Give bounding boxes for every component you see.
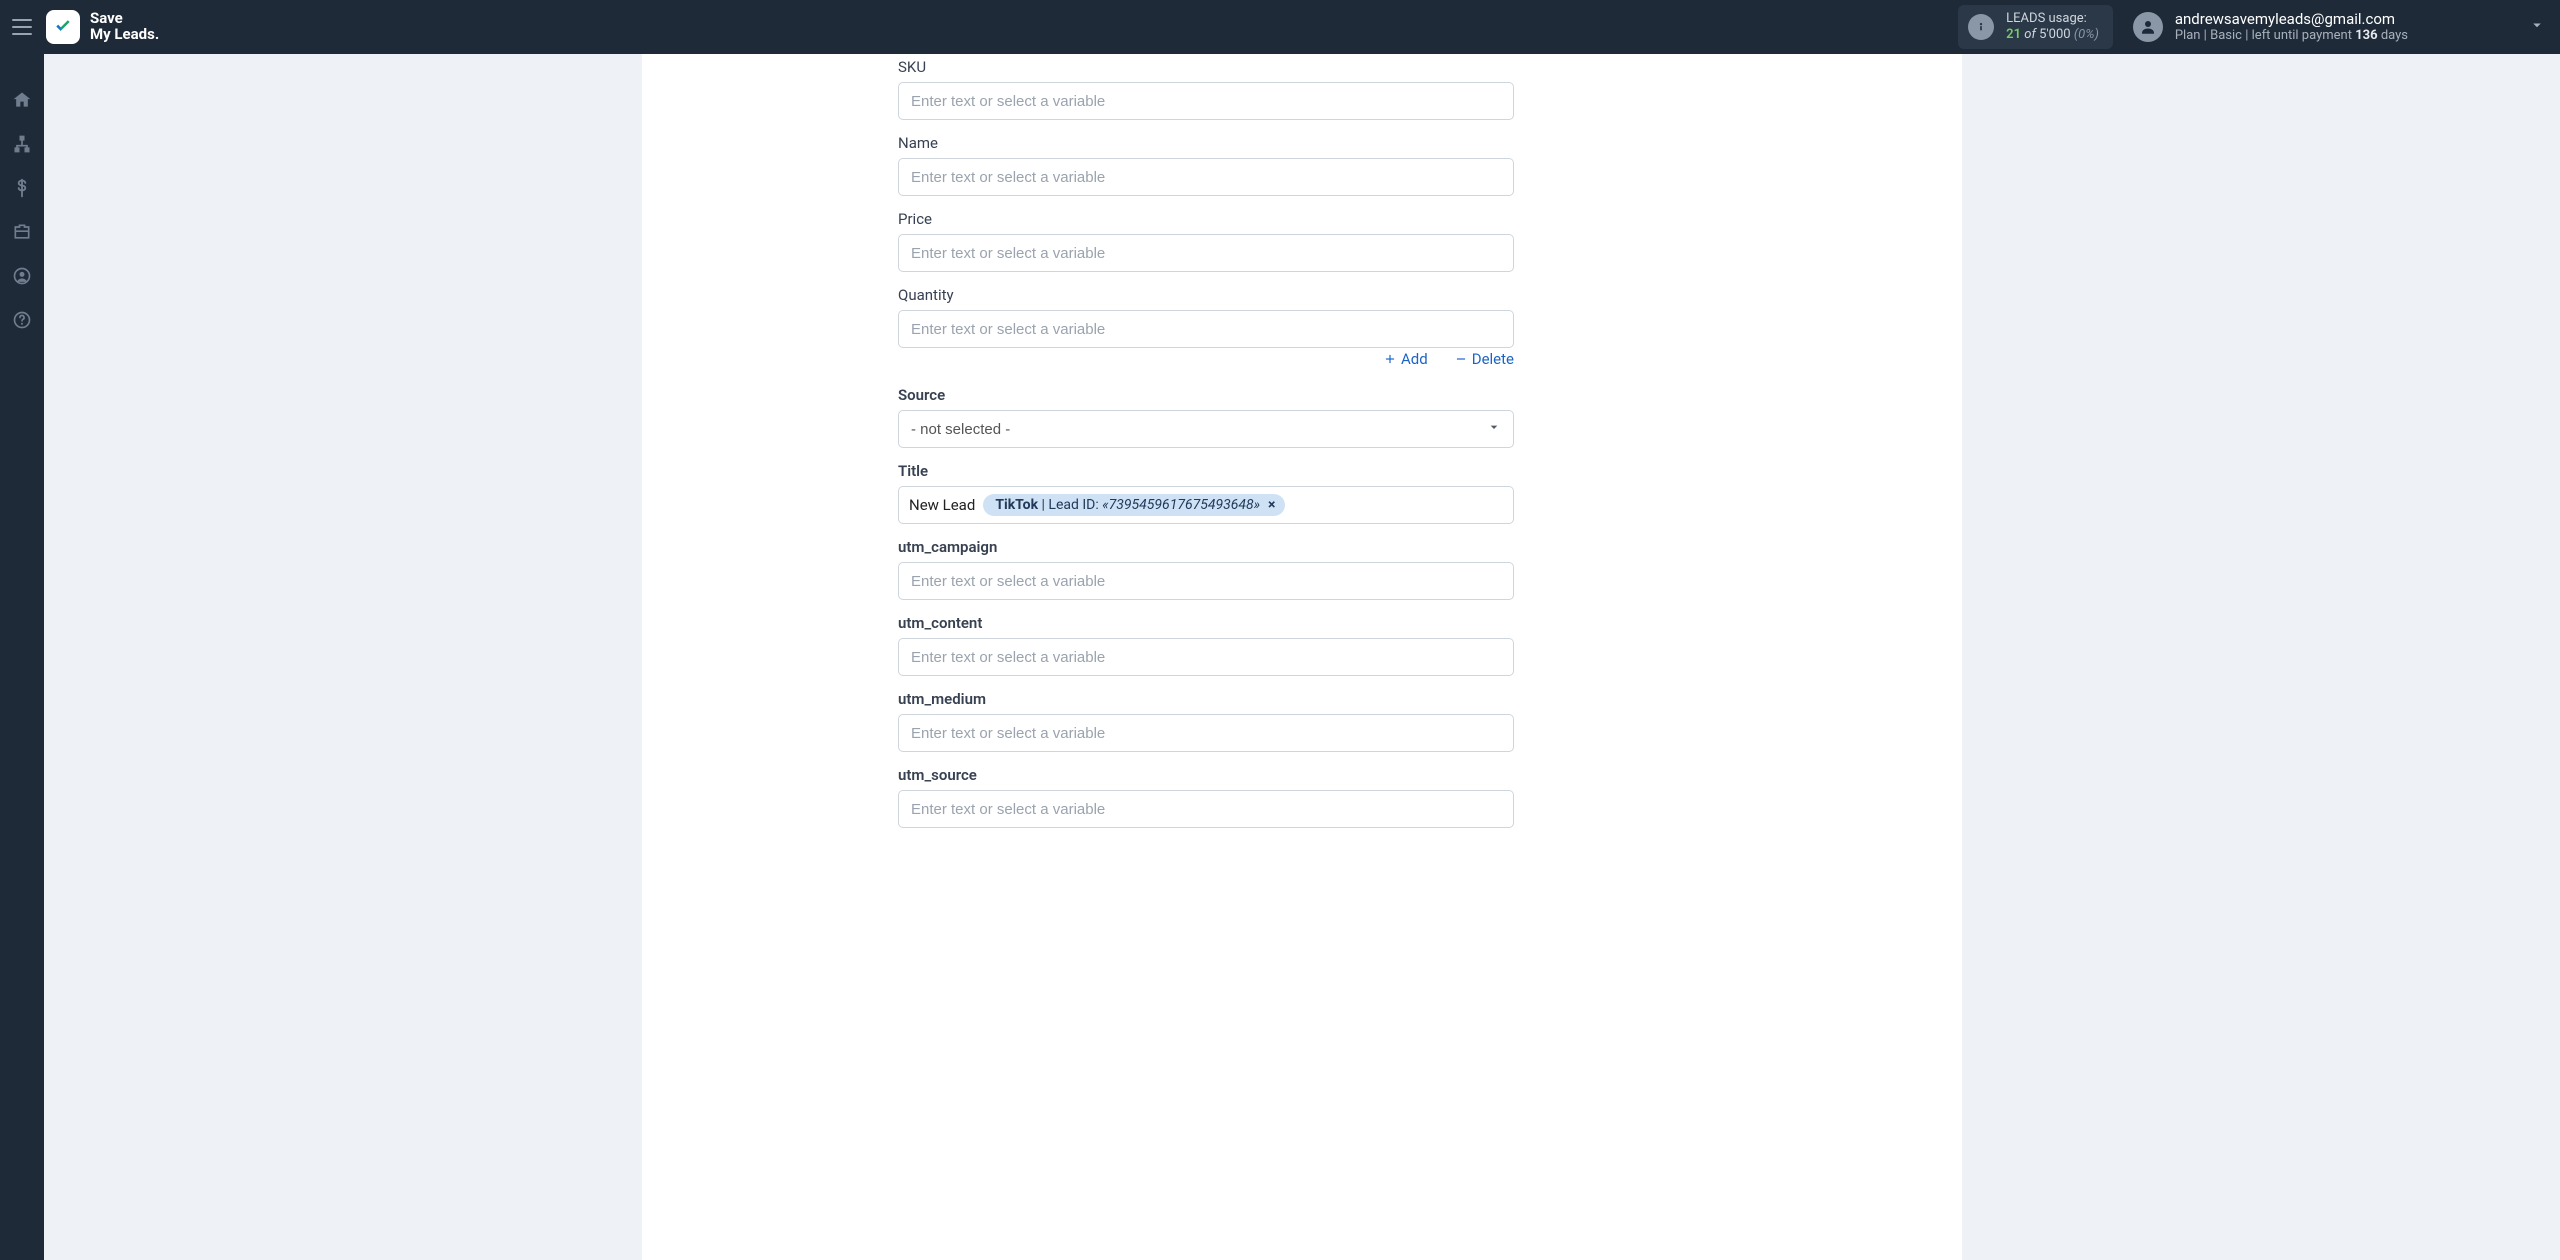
variable-chip: TikTok | Lead ID: «7395459617675493648» … — [983, 494, 1285, 517]
usage-value: 21 of 5'000 (0%) — [2006, 27, 2099, 43]
menu-toggle[interactable] — [8, 13, 36, 41]
utm-source-input[interactable] — [898, 790, 1514, 828]
field-utm-medium: utm_medium — [898, 690, 1514, 752]
help-icon — [12, 310, 32, 330]
field-label: utm_campaign — [898, 538, 1514, 556]
brand-text: Save My Leads. — [90, 11, 159, 43]
field-quantity: Quantity — [898, 286, 1514, 348]
nav-help[interactable] — [0, 300, 44, 340]
nav-connections[interactable] — [0, 124, 44, 164]
field-label: Quantity — [898, 286, 1514, 304]
plus-icon — [1383, 352, 1397, 366]
price-input[interactable] — [898, 234, 1514, 272]
info-icon — [1968, 14, 1994, 40]
user-menu[interactable]: andrewsavemyleads@gmail.com Plan | Basic… — [2133, 10, 2408, 45]
user-plan: Plan | Basic | left until payment 136 da… — [2175, 28, 2408, 44]
user-circle-icon — [12, 266, 32, 286]
utm-campaign-input[interactable] — [898, 562, 1514, 600]
field-label: utm_source — [898, 766, 1514, 784]
dollar-icon — [12, 178, 32, 198]
form-card: SKU Name Price Quantity — [642, 54, 1962, 1260]
field-label: Name — [898, 134, 1514, 152]
field-label: SKU — [898, 58, 1514, 76]
field-label: utm_medium — [898, 690, 1514, 708]
field-title: Title New Lead TikTok | Lead ID: «739545… — [898, 462, 1514, 524]
usage-label: LEADS usage: — [2006, 11, 2099, 27]
field-utm-source: utm_source — [898, 766, 1514, 828]
field-name: Name — [898, 134, 1514, 196]
avatar-icon — [2133, 12, 2163, 42]
field-sku: SKU — [898, 58, 1514, 120]
nav-home[interactable] — [0, 80, 44, 120]
field-price: Price — [898, 210, 1514, 272]
add-button[interactable]: Add — [1383, 350, 1428, 368]
chip-remove-icon[interactable]: × — [1266, 497, 1277, 514]
field-source: Source - not selected - — [898, 386, 1514, 448]
field-label: Source — [898, 386, 1514, 404]
source-select[interactable]: - not selected - — [898, 410, 1514, 448]
field-utm-campaign: utm_campaign — [898, 538, 1514, 600]
title-input[interactable]: New Lead TikTok | Lead ID: «739545961767… — [898, 486, 1514, 524]
sku-input[interactable] — [898, 82, 1514, 120]
nav-account[interactable] — [0, 256, 44, 296]
briefcase-icon — [12, 222, 32, 242]
sidebar — [0, 54, 44, 1260]
utm-content-input[interactable] — [898, 638, 1514, 676]
field-label: utm_content — [898, 614, 1514, 632]
name-input[interactable] — [898, 158, 1514, 196]
quantity-input[interactable] — [898, 310, 1514, 348]
item-actions: Add Delete — [898, 350, 1514, 368]
nav-briefcase[interactable] — [0, 212, 44, 252]
field-utm-content: utm_content — [898, 614, 1514, 676]
sitemap-icon — [12, 134, 32, 154]
title-pretext: New Lead — [907, 496, 977, 514]
nav-billing[interactable] — [0, 168, 44, 208]
delete-button[interactable]: Delete — [1454, 350, 1514, 368]
home-icon — [12, 90, 32, 110]
leads-usage-panel[interactable]: LEADS usage: 21 of 5'000 (0%) — [1958, 5, 2113, 50]
utm-medium-input[interactable] — [898, 714, 1514, 752]
field-label: Price — [898, 210, 1514, 228]
brand-logo-icon — [46, 10, 80, 44]
user-email: andrewsavemyleads@gmail.com — [2175, 10, 2408, 29]
minus-icon — [1454, 352, 1468, 366]
topbar: Save My Leads. LEADS usage: 21 of 5'000 … — [0, 0, 2560, 54]
brand[interactable]: Save My Leads. — [46, 10, 159, 44]
field-label: Title — [898, 462, 1514, 480]
account-chevron-down-icon[interactable] — [2528, 16, 2546, 38]
